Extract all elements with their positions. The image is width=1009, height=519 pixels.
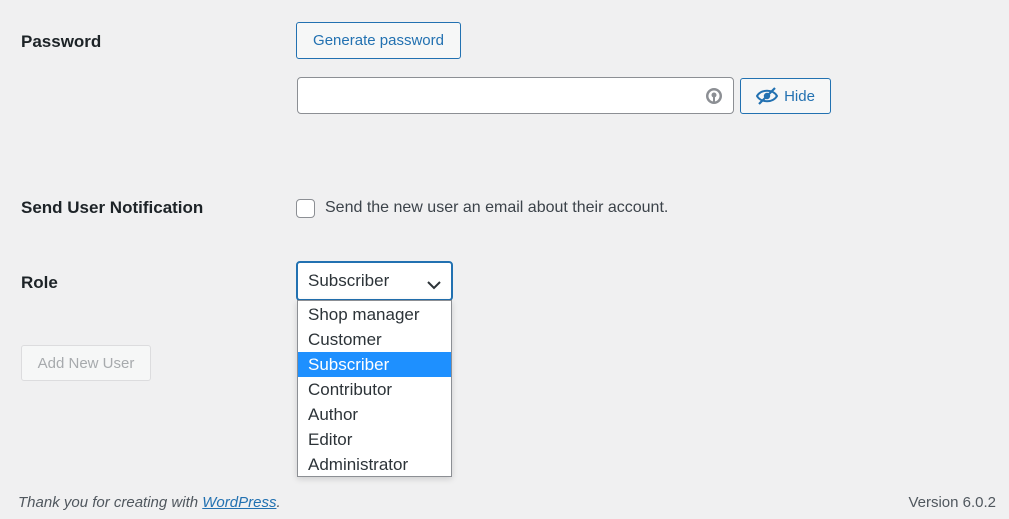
password-manager-icon[interactable] bbox=[705, 86, 723, 106]
role-option-contributor[interactable]: Contributor bbox=[298, 377, 451, 402]
role-select-value: Subscriber bbox=[308, 271, 390, 290]
role-dropdown-list: Shop manager Customer Subscriber Contrib… bbox=[297, 300, 452, 477]
hide-password-button[interactable]: Hide bbox=[740, 78, 831, 114]
hide-button-label: Hide bbox=[784, 87, 815, 105]
wordpress-link[interactable]: WordPress bbox=[202, 494, 276, 511]
role-option-shop-manager[interactable]: Shop manager bbox=[298, 302, 451, 327]
role-option-customer[interactable]: Customer bbox=[298, 327, 451, 352]
role-option-editor[interactable]: Editor bbox=[298, 427, 451, 452]
role-option-administrator[interactable]: Administrator bbox=[298, 452, 451, 477]
footer-thanks: Thank you for creating with WordPress. bbox=[18, 494, 281, 511]
role-select[interactable]: Subscriber bbox=[296, 261, 453, 301]
password-input[interactable] bbox=[297, 77, 734, 114]
send-notification-checkbox-label[interactable]: Send the new user an email about their a… bbox=[325, 199, 668, 217]
password-label: Password bbox=[21, 32, 102, 51]
eye-slash-icon bbox=[756, 87, 779, 105]
role-option-author[interactable]: Author bbox=[298, 402, 451, 427]
generate-password-button[interactable]: Generate password bbox=[296, 22, 461, 59]
footer-thanks-prefix: Thank you for creating with bbox=[18, 494, 203, 511]
role-option-subscriber[interactable]: Subscriber bbox=[298, 352, 451, 377]
send-notification-label: Send User Notification bbox=[21, 198, 204, 217]
chevron-down-icon bbox=[427, 275, 441, 290]
add-new-user-button[interactable]: Add New User bbox=[21, 345, 151, 381]
footer-thanks-suffix: . bbox=[276, 494, 281, 511]
role-label: Role bbox=[21, 273, 58, 292]
send-notification-checkbox[interactable] bbox=[296, 199, 315, 218]
version-text: Version 6.0.2 bbox=[908, 494, 996, 511]
